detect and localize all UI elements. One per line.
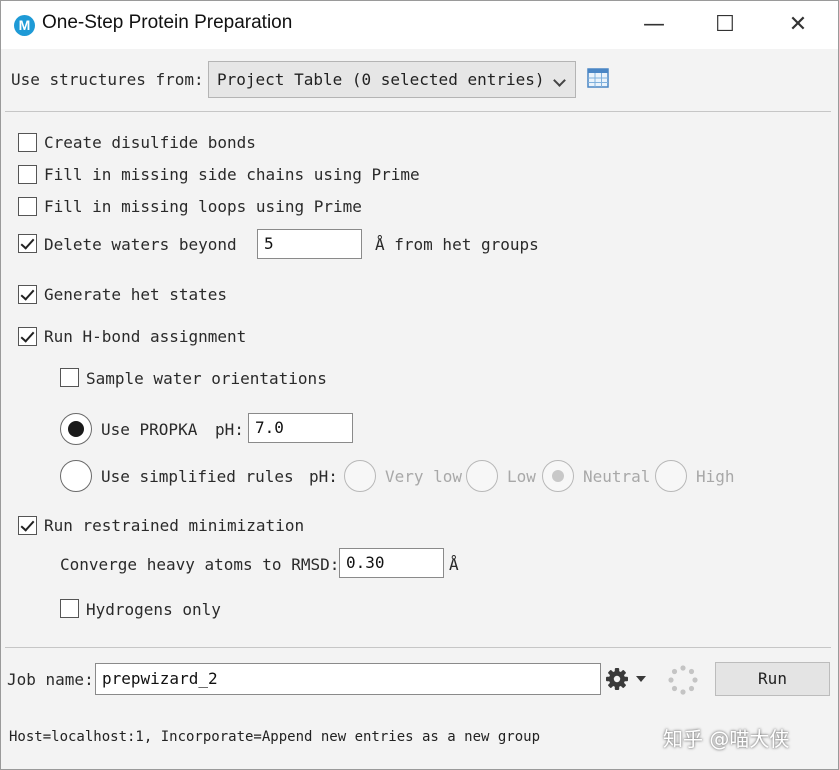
simplified-rules-label: Use simplified rules <box>101 467 294 486</box>
simplified-ph-label: pH: <box>309 467 338 486</box>
loops-label: Fill in missing loops using Prime <box>44 197 362 216</box>
delete-waters-checkbox[interactable] <box>18 234 37 253</box>
rmsd-unit: Å <box>449 555 459 574</box>
close-button[interactable]: ✕ <box>776 9 820 41</box>
structures-source-value: Project Table (0 selected entries) <box>217 70 545 89</box>
water-distance-input[interactable]: 5 <box>257 229 362 259</box>
minimization-label: Run restrained minimization <box>44 516 305 535</box>
chevron-down-icon <box>553 74 566 87</box>
rmsd-input[interactable]: 0.30 <box>339 548 444 578</box>
ph-neutral-radio[interactable] <box>542 460 574 492</box>
app-logo-icon: M <box>14 15 35 36</box>
simplified-rules-radio[interactable] <box>60 460 92 492</box>
side-chains-label: Fill in missing side chains using Prime <box>44 165 420 184</box>
run-button[interactable]: Run <box>715 662 830 696</box>
chevron-down-icon <box>636 676 646 682</box>
job-name-input[interactable]: prepwizard_2 <box>95 663 601 695</box>
propka-radio[interactable] <box>60 413 92 445</box>
rmsd-label: Converge heavy atoms to RMSD: <box>60 555 340 574</box>
hydrogens-only-label: Hydrogens only <box>86 600 221 619</box>
gear-icon[interactable] <box>604 666 652 692</box>
structures-source-label: Use structures from: <box>11 70 204 89</box>
ph-very-low-radio[interactable] <box>344 460 376 492</box>
water-distance-suffix: Å from het groups <box>375 235 539 254</box>
status-text: Host=localhost:1, Incorporate=Append new… <box>9 729 541 745</box>
ph-neutral-label: Neutral <box>583 467 651 486</box>
table-icon[interactable] <box>587 68 609 88</box>
ph-low-label: Low <box>507 467 536 486</box>
ph-high-radio[interactable] <box>655 460 687 492</box>
delete-waters-label: Delete waters beyond <box>44 235 237 254</box>
spinner-icon <box>668 665 698 695</box>
sample-water-label: Sample water orientations <box>86 369 327 388</box>
window-title: One-Step Protein Preparation <box>42 12 293 33</box>
ph-low-radio[interactable] <box>466 460 498 492</box>
loops-checkbox[interactable] <box>18 197 37 216</box>
ph-very-low-label: Very low <box>385 467 463 486</box>
propka-ph-label: pH: <box>215 420 244 439</box>
hbond-checkbox[interactable] <box>18 327 37 346</box>
sample-water-checkbox[interactable] <box>60 368 79 387</box>
het-states-label: Generate het states <box>44 285 228 304</box>
hbond-label: Run H-bond assignment <box>44 327 247 346</box>
structures-source-select[interactable]: Project Table (0 selected entries) <box>208 61 576 98</box>
disulfide-label: Create disulfide bonds <box>44 133 256 152</box>
maximize-button[interactable]: ☐ <box>703 9 747 41</box>
watermark-text: 知乎 @喵大侠 <box>663 727 790 751</box>
propka-ph-input[interactable]: 7.0 <box>248 413 353 443</box>
job-name-label: Job name: <box>7 670 94 689</box>
ph-high-label: High <box>696 467 735 486</box>
minimize-button[interactable]: — <box>632 9 676 41</box>
divider-top <box>5 111 831 112</box>
minimization-checkbox[interactable] <box>18 516 37 535</box>
side-chains-checkbox[interactable] <box>18 165 37 184</box>
het-states-checkbox[interactable] <box>18 285 37 304</box>
hydrogens-only-checkbox[interactable] <box>60 599 79 618</box>
propka-label: Use PROPKA <box>101 420 198 439</box>
divider-bottom <box>5 647 831 648</box>
dialog-window: M One-Step Protein Preparation — ☐ ✕ Use… <box>0 0 839 770</box>
disulfide-checkbox[interactable] <box>18 133 37 152</box>
title-bar: M One-Step Protein Preparation — ☐ ✕ <box>1 1 838 49</box>
